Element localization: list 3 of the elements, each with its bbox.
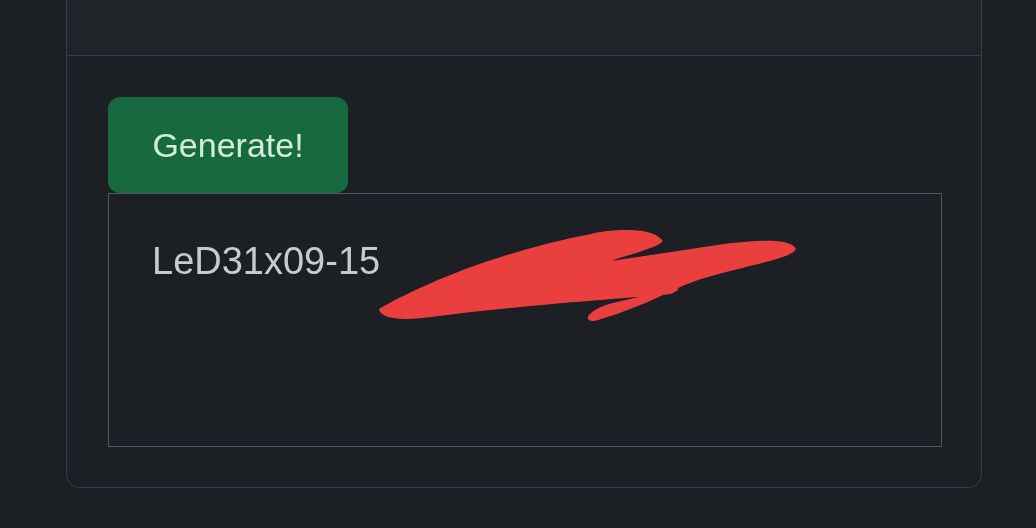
- output-box[interactable]: LeD31x09-15: [108, 193, 942, 447]
- generate-button[interactable]: Generate!: [108, 97, 348, 193]
- output-text: LeD31x09-15: [152, 240, 381, 283]
